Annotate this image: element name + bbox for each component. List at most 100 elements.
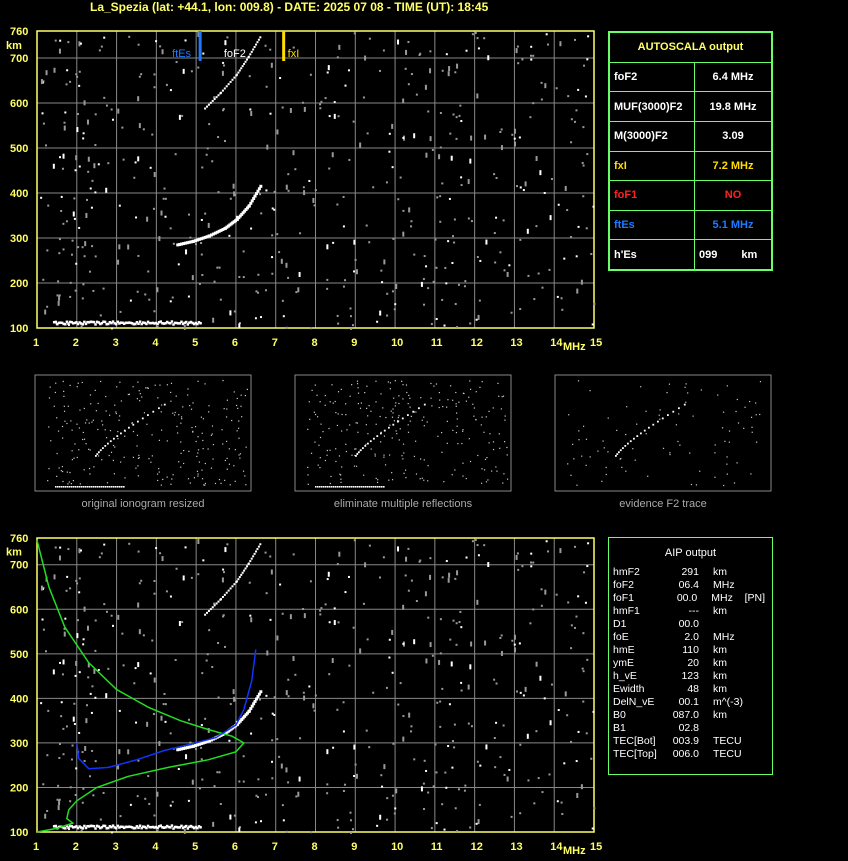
noise-dot — [434, 743, 437, 746]
noise-dot — [73, 217, 76, 220]
noise-dot — [153, 172, 156, 178]
noise-dot — [223, 140, 226, 143]
noise-dot — [445, 786, 448, 789]
noise-dot — [460, 176, 463, 179]
noise-dot — [381, 281, 384, 284]
noise-dot — [349, 819, 352, 822]
aip-row: D1 00.0 — [609, 618, 772, 631]
aip-value: 00.0 — [678, 618, 699, 630]
noise-dot — [200, 253, 203, 256]
thumbnail-trace — [95, 455, 97, 457]
noise-dot — [573, 120, 576, 123]
thumbnail-dot — [374, 453, 376, 455]
noise-dot — [350, 831, 353, 834]
aip-value: --- — [688, 605, 700, 617]
noise-dot — [320, 100, 323, 103]
second-hop-point — [231, 78, 234, 81]
thumbnail-dot — [308, 401, 310, 403]
thumbnail-dot — [391, 479, 394, 481]
noise-dot — [83, 606, 86, 612]
noise-dot — [372, 186, 375, 189]
noise-dot — [566, 714, 569, 717]
thumbnail-dot — [117, 438, 119, 440]
x-tick-label: 3 — [113, 841, 119, 853]
noise-dot — [75, 73, 78, 76]
es-trace-point — [81, 323, 85, 326]
thumbnail-dot — [603, 447, 605, 449]
thumbnail-dot — [237, 427, 240, 429]
thumbnail-es — [379, 486, 381, 488]
thumbnail-dot — [737, 422, 740, 424]
y-tick-label: 300 — [10, 233, 28, 245]
thumbnail-dot — [330, 475, 332, 478]
noise-dot — [522, 694, 525, 697]
noise-dot — [205, 659, 208, 662]
noise-dot — [566, 209, 569, 212]
y-tick-label: 100 — [10, 827, 28, 839]
thumbnail-dot — [108, 414, 111, 416]
noise-dot — [161, 49, 164, 55]
noise-dot — [271, 760, 274, 763]
thumbnail-dot — [355, 422, 357, 424]
thumbnail-dot — [398, 402, 400, 405]
thumbnail-trace — [683, 403, 686, 406]
thumbnail-dot — [456, 418, 458, 420]
thumbnail-dot — [218, 478, 221, 481]
thumbnail-dot — [242, 470, 245, 472]
thumbnail-dot — [413, 455, 416, 458]
noise-dot — [413, 133, 416, 139]
noise-dot — [100, 552, 103, 555]
noise-dot — [60, 195, 63, 198]
noise-dot — [156, 829, 159, 832]
thumbnail-dot — [495, 466, 497, 468]
thumbnail-trace — [356, 453, 359, 455]
thumbnail-dot — [626, 406, 628, 408]
autoscala-value: NO — [694, 180, 772, 211]
second-hop-point — [207, 609, 210, 612]
aip-value: 006.0 — [672, 748, 699, 760]
thumbnail-dot — [462, 429, 464, 431]
noise-dot — [518, 136, 521, 139]
thumbnail-dot — [113, 473, 115, 475]
thumbnail-dot — [101, 420, 103, 422]
thumbnail-dot — [319, 401, 321, 403]
thumbnail-dot — [492, 448, 495, 451]
noise-dot — [467, 179, 470, 185]
thumbnail-dot — [659, 409, 661, 411]
thumbnail-dot — [180, 441, 182, 443]
aip-name: TEC[Bot] — [613, 735, 656, 747]
second-hop-point — [221, 595, 224, 598]
thumbnail-dot — [500, 408, 502, 410]
noise-dot — [444, 266, 447, 269]
noise-dot — [547, 550, 550, 553]
noise-dot — [362, 96, 365, 99]
noise-dot — [99, 818, 102, 821]
es-trace-point — [170, 320, 174, 323]
noise-dot — [73, 702, 76, 705]
noise-dot — [58, 252, 61, 255]
thumbnail-dot — [203, 484, 205, 486]
noise-dot — [88, 775, 91, 778]
thumbnail-dot — [88, 448, 90, 450]
thumbnail-dot — [690, 483, 693, 486]
thumbnail-dot — [647, 475, 649, 477]
thumbnail-dot — [76, 386, 78, 388]
noise-dot — [152, 207, 155, 210]
thumbnail-dot — [504, 419, 506, 421]
noise-dot — [270, 569, 273, 575]
aip-unit: MHz — [713, 631, 735, 643]
noise-dot — [393, 812, 396, 815]
noise-dot — [97, 668, 100, 671]
noise-dot — [287, 695, 290, 698]
noise-dot — [410, 225, 413, 228]
noise-dot — [368, 544, 371, 547]
thumbnail-es — [319, 486, 321, 488]
noise-dot — [333, 113, 336, 119]
noise-dot — [222, 571, 225, 574]
noise-dot — [590, 757, 593, 760]
noise-dot — [46, 249, 49, 252]
noise-dot — [413, 639, 416, 645]
noise-dot — [224, 547, 227, 553]
noise-dot — [355, 269, 358, 275]
noise-dot — [84, 241, 87, 247]
